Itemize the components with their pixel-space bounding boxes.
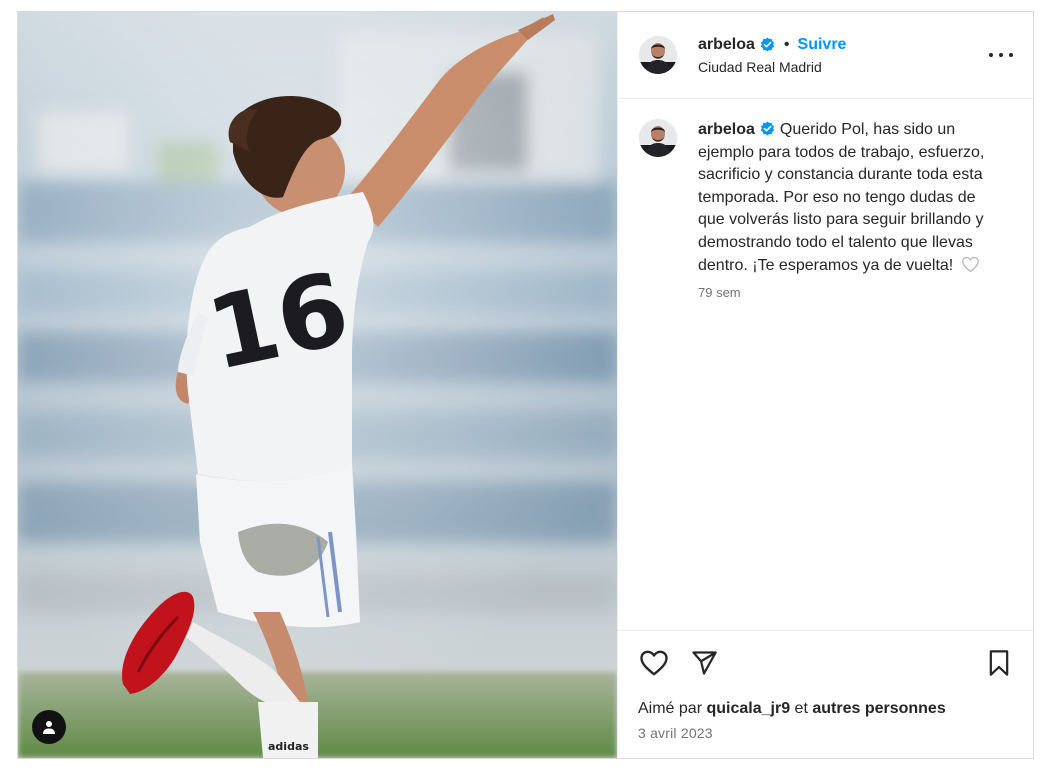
caption-text: arbeloa Querido Pol, has sido un ejemplo… [698,119,998,277]
avatar-image [639,36,677,74]
like-button[interactable] [638,647,670,679]
photo-illustration: 16 adidas [18,12,617,758]
user-tag-icon [43,721,55,734]
location-link[interactable]: Ciudad Real Madrid [698,58,989,76]
caption-avatar[interactable] [639,119,677,157]
more-options-button[interactable] [989,43,1013,67]
share-button[interactable] [688,647,720,679]
separator-dot: • [783,35,790,53]
like-comment-heart-icon[interactable] [961,256,980,273]
caption: arbeloa Querido Pol, has sido un ejemplo… [639,119,1013,300]
boot-brand: adidas [268,740,309,753]
verified-badge-icon [760,121,774,136]
avatar[interactable] [639,36,677,74]
caption-body-text: Querido Pol, has sido un ejemplo para to… [698,121,985,274]
caption-timestamp[interactable]: 79 sem [698,285,998,300]
post-side-panel: arbeloa • Suivre Ciudad Real Madrid arbe… [617,12,1033,758]
save-button[interactable] [983,647,1015,679]
follow-button[interactable]: Suivre [798,35,847,55]
user-tag-button[interactable] [32,710,66,744]
likes-summary: Aimé par quicala_jr9 et autres personnes [638,699,1013,719]
send-icon [692,651,717,675]
action-bar [638,647,1013,679]
post-photo[interactable]: 16 adidas [18,12,617,758]
avatar-image [639,119,677,157]
instagram-post: 16 adidas arbeloa • Suivre Ciudad Real M… [17,11,1034,759]
liker-username[interactable]: quicala_jr9 [706,700,790,717]
caption-username[interactable]: arbeloa [698,121,755,138]
likes-connector: et [794,700,808,717]
other-likers-link[interactable]: autres personnes [812,700,945,717]
post-date[interactable]: 3 avril 2023 [638,725,1013,741]
comments-section: arbeloa Querido Pol, has sido un ejemplo… [618,99,1033,630]
heart-icon [640,650,668,676]
bookmark-icon [989,650,1009,676]
likes-prefix: Aimé par [638,700,703,717]
username[interactable]: arbeloa [698,35,755,55]
more-options-icon [989,53,993,57]
post-header: arbeloa • Suivre Ciudad Real Madrid [618,12,1033,99]
verified-badge-icon [760,37,774,52]
actions-section: Aimé par quicala_jr9 et autres personnes… [618,630,1033,758]
